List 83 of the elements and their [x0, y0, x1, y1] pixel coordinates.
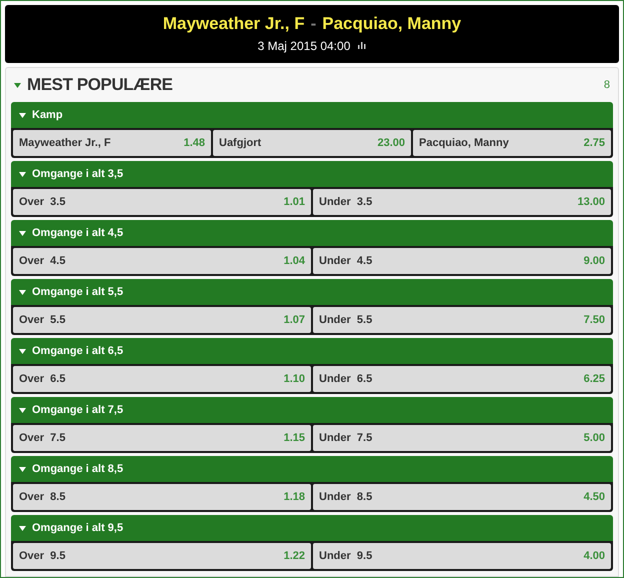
odds-value: 23.00 — [377, 136, 405, 151]
odds-value: 2.75 — [584, 136, 605, 151]
odds-value: 9.00 — [584, 254, 605, 269]
odds-button[interactable]: Under 7.5 5.00 — [313, 425, 611, 451]
caret-icon — [19, 230, 26, 236]
odds-button[interactable]: Under 8.5 4.50 — [313, 484, 611, 510]
market-header[interactable]: Omgange i alt 4,5 — [11, 220, 613, 246]
odds-value: 1.15 — [284, 430, 305, 446]
market-header[interactable]: Kamp — [11, 102, 613, 128]
odds-value: 1.07 — [284, 312, 305, 328]
outcome-label: Over 3.5 — [19, 194, 66, 210]
odds-button[interactable]: Mayweather Jr., F 1.48 — [13, 130, 211, 156]
market-header[interactable]: Omgange i alt 6,5 — [11, 338, 613, 364]
section-header[interactable]: MEST POPULÆRE 8 — [11, 68, 613, 102]
odds-button[interactable]: Over 3.5 1.01 — [13, 189, 311, 215]
outcome-label: Under 7.5 — [319, 430, 372, 446]
market-title: Omgange i alt 9,5 — [32, 520, 124, 536]
outcome-label: Under 6.5 — [319, 372, 372, 387]
market-title: Omgange i alt 3,5 — [32, 166, 124, 182]
event-date: 3 Maj 2015 04:00 — [258, 38, 350, 55]
outcome-label: Under 9.5 — [319, 548, 372, 564]
market-header[interactable]: Omgange i alt 5,5 — [11, 279, 613, 305]
market-header[interactable]: Omgange i alt 9,5 — [11, 515, 613, 541]
home-team: Mayweather Jr., F — [162, 13, 305, 35]
market-header[interactable]: Omgange i alt 7,5 — [11, 397, 613, 423]
odds-button[interactable]: Under 5.5 7.50 — [313, 307, 611, 333]
caret-icon — [19, 290, 26, 294]
odds-button[interactable]: Over 7.5 1.15 — [13, 425, 311, 451]
caret-icon — [19, 408, 26, 412]
market-title: Omgange i alt 8,5 — [32, 462, 124, 477]
market-title: Omgange i alt 7,5 — [32, 402, 124, 418]
odds-value: 13.00 — [577, 194, 605, 210]
outcome-label: Over 4.5 — [19, 254, 66, 269]
stats-icon[interactable] — [358, 42, 366, 50]
outcome-label: Over 7.5 — [19, 430, 66, 446]
odds-value: 1.04 — [284, 254, 305, 269]
odds-button[interactable]: Under 9.5 4.00 — [313, 543, 611, 569]
outcome-label: Over 5.5 — [19, 312, 66, 328]
caret-icon — [19, 466, 26, 472]
odds-value: 1.18 — [284, 490, 305, 505]
odds-value: 4.50 — [584, 490, 605, 505]
market-title: Omgange i alt 4,5 — [32, 226, 124, 241]
outcome-label: Over 6.5 — [19, 372, 66, 387]
caret-icon — [19, 112, 26, 118]
outcome-label: Mayweather Jr., F — [19, 136, 111, 151]
caret-icon — [19, 348, 26, 354]
separator: - — [310, 13, 316, 35]
market-count: 8 — [604, 78, 610, 93]
section-title: MEST POPULÆRE — [27, 74, 173, 96]
odds-value: 4.00 — [584, 548, 605, 564]
outcome-label: Pacquiao, Manny — [419, 136, 509, 151]
odds-value: 7.50 — [584, 312, 605, 328]
odds-value: 1.10 — [284, 372, 305, 387]
market-title: Kamp — [32, 108, 63, 123]
outcome-label: Over 9.5 — [19, 548, 66, 564]
odds-button[interactable]: Uafgjort 23.00 — [213, 130, 411, 156]
market-header[interactable]: Omgange i alt 8,5 — [11, 456, 613, 482]
outcome-label: Under 4.5 — [319, 254, 372, 269]
odds-value: 5.00 — [584, 430, 605, 446]
market-header[interactable]: Omgange i alt 3,5 — [11, 161, 613, 187]
outcome-label: Over 8.5 — [19, 490, 66, 505]
outcome-label: Under 5.5 — [319, 312, 372, 328]
odds-button[interactable]: Over 4.5 1.04 — [13, 248, 311, 274]
odds-button[interactable]: Under 3.5 13.00 — [313, 189, 611, 215]
caret-icon — [19, 172, 26, 176]
outcome-label: Under 3.5 — [319, 194, 372, 210]
outcome-label: Under 8.5 — [319, 490, 372, 505]
outcome-label: Uafgjort — [219, 136, 262, 151]
odds-button[interactable]: Over 5.5 1.07 — [13, 307, 311, 333]
odds-button[interactable]: Over 8.5 1.18 — [13, 484, 311, 510]
caret-icon — [19, 526, 26, 530]
odds-button[interactable]: Under 4.5 9.00 — [313, 248, 611, 274]
odds-button[interactable]: Pacquiao, Manny 2.75 — [413, 130, 611, 156]
away-team: Pacquiao, Manny — [322, 13, 462, 35]
odds-button[interactable]: Over 9.5 1.22 — [13, 543, 311, 569]
odds-value: 1.48 — [184, 136, 205, 151]
market-title: Omgange i alt 6,5 — [32, 344, 124, 359]
odds-button[interactable]: Over 6.5 1.10 — [13, 366, 311, 392]
odds-value: 6.25 — [584, 372, 605, 387]
odds-value: 1.22 — [284, 548, 305, 564]
market-title: Omgange i alt 5,5 — [32, 284, 124, 300]
odds-value: 1.01 — [284, 194, 305, 210]
odds-button[interactable]: Under 6.5 6.25 — [313, 366, 611, 392]
